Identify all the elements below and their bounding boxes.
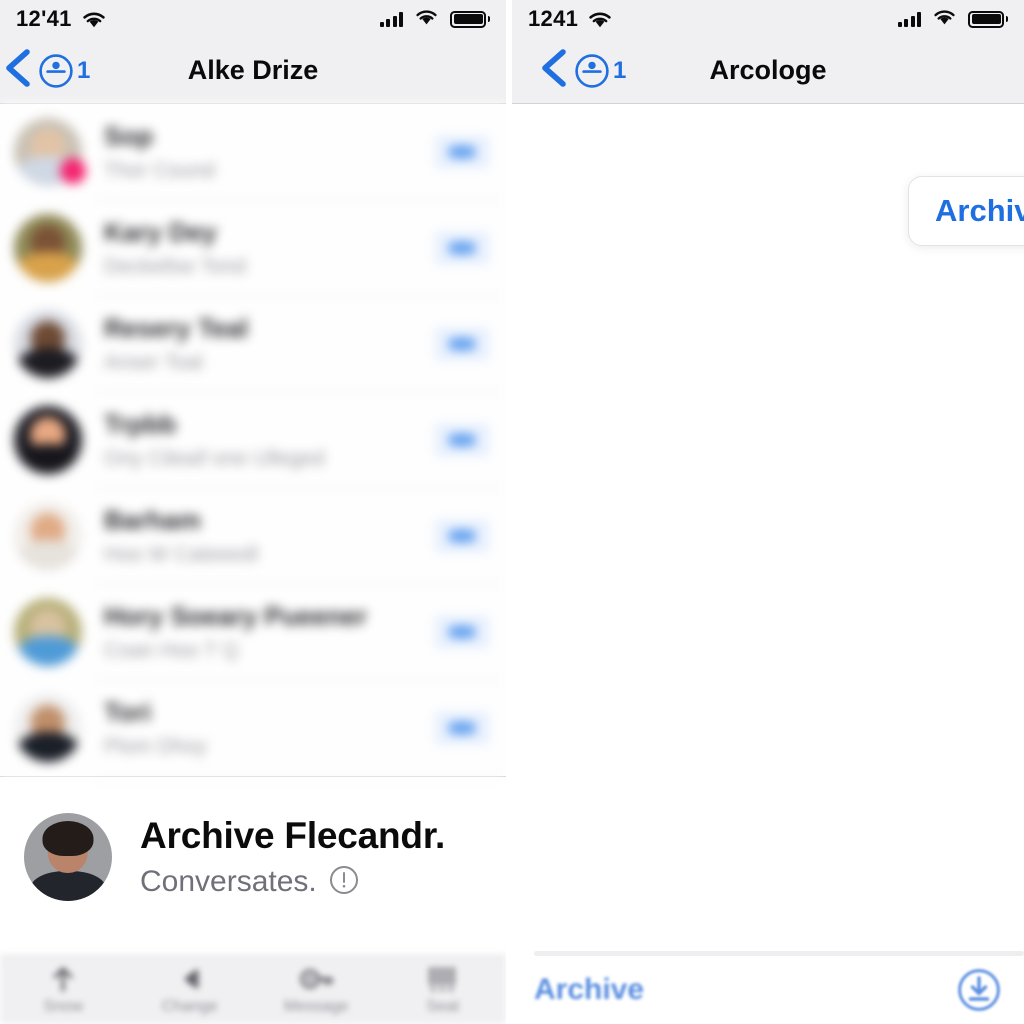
right-content-area: Archive Archive — [512, 104, 1024, 1024]
tab-label: Snow — [43, 998, 84, 1015]
status-dot-badge — [60, 158, 86, 184]
list-item-text: Trpbb Ony Cileaif one Ulleged — [104, 409, 434, 471]
info-circle-icon[interactable] — [329, 865, 359, 900]
list-item-text: Tori Plom Dhoy — [104, 697, 434, 759]
list-item-title: Resery Teal — [104, 313, 249, 343]
avatar — [14, 694, 82, 762]
list-item-preview: Ony Cileaif one Ulleged — [104, 447, 325, 470]
tab-label: Seat — [426, 998, 460, 1015]
archive-feature-row[interactable]: Archive Flecandr. Conversates. — [0, 777, 506, 937]
list-item-text: Hory Soeary Pueener Coan Hoo T Q — [104, 601, 434, 663]
battery-icon — [450, 10, 490, 28]
nav-left-group[interactable]: 1 — [2, 46, 90, 95]
list-item-text: Kary Dey Deckellse Tond — [104, 217, 434, 279]
play-back-icon — [177, 964, 203, 994]
list-item[interactable]: Kary Dey Deckellse Tond — [0, 200, 506, 296]
wifi-icon — [932, 8, 957, 31]
person-circle-icon[interactable] — [38, 53, 74, 89]
list-item-preview: Coan Hoo T Q — [104, 639, 239, 662]
unread-badge[interactable] — [434, 135, 490, 169]
list-item-title: Sop — [104, 121, 154, 151]
avatar — [14, 310, 82, 378]
battery-icon — [968, 10, 1008, 28]
right-status-bar: 1241 — [512, 0, 1024, 38]
status-right-icons — [379, 8, 490, 31]
avatar — [24, 813, 112, 901]
unread-badge[interactable] — [434, 423, 490, 457]
wifi-icon — [414, 8, 439, 31]
right-phone-panel: 1241 1 Arcologe Archi Archive — [512, 0, 1024, 1024]
nav-badge-count: 1 — [77, 56, 91, 84]
avatar — [14, 502, 82, 570]
right-bottom-bar: Archive — [512, 956, 1024, 1024]
status-time: 1241 — [528, 6, 579, 31]
list-item-title: Tori — [104, 697, 152, 727]
arrow-up-icon — [50, 964, 76, 994]
unread-badge[interactable] — [434, 231, 490, 265]
left-phone-panel: 12'41 1 Alke Drize Sop Thor Cound Kary D… — [0, 0, 506, 1024]
back-chevron-icon[interactable] — [538, 46, 572, 95]
keypad-grid-icon — [427, 964, 459, 994]
unread-badge[interactable] — [434, 519, 490, 553]
person-circle-icon[interactable] — [574, 53, 610, 89]
avatar — [14, 214, 82, 282]
unread-badge[interactable] — [434, 615, 490, 649]
list-item-title: Barham — [104, 505, 201, 535]
avatar — [14, 598, 82, 666]
unread-badge[interactable] — [434, 711, 490, 745]
tab-message[interactable]: Message — [253, 964, 380, 1016]
tab-change[interactable]: Change — [127, 964, 254, 1016]
archive-popup-card[interactable]: Archive — [908, 176, 1024, 246]
archive-link[interactable]: Archive — [534, 973, 644, 1007]
left-status-bar: 12'41 — [0, 0, 506, 38]
dual-phone-screenshot: 12'41 1 Alke Drize Sop Thor Cound Kary D… — [0, 0, 1024, 1024]
bottom-tab-bar[interactable]: Snow Change Message Seat — [0, 955, 506, 1024]
list-item[interactable]: Trpbb Ony Cileaif one Ulleged — [0, 392, 506, 488]
list-item-preview: Hoo W Cateeedl — [104, 543, 259, 566]
list-item[interactable]: Sop Thor Cound — [0, 104, 506, 200]
list-item[interactable]: Tori Plom Dhoy — [0, 680, 506, 776]
tab-snow[interactable]: Snow — [0, 964, 127, 1016]
right-nav-bar: 1 Arcologe — [512, 38, 1024, 104]
unread-badge[interactable] — [434, 327, 490, 361]
status-right-icons — [897, 8, 1008, 31]
wifi-icon — [81, 10, 107, 29]
list-item-title: Hory Soeary Pueener — [104, 601, 368, 631]
list-item-preview: Anser Toal — [104, 351, 203, 374]
list-item[interactable]: Barham Hoo W Cateeedl — [0, 488, 506, 584]
list-item-text: Barham Hoo W Cateeedl — [104, 505, 434, 567]
nav-badge-count: 1 — [613, 56, 627, 84]
avatar — [14, 118, 86, 186]
list-item-text: Resery Teal Anser Toal — [104, 313, 434, 375]
list-item-title: Trpbb — [104, 409, 177, 439]
archive-feature-subtitle: Conversates. — [140, 865, 317, 898]
download-circle-icon[interactable] — [956, 967, 1002, 1013]
tab-seat[interactable]: Seat — [380, 964, 507, 1016]
archive-feature-text: Archive Flecandr. Conversates. — [140, 815, 445, 900]
status-time: 12'41 — [16, 6, 72, 31]
archive-feature-title: Archive Flecandr. — [140, 814, 446, 856]
nav-left-group[interactable]: 1 — [538, 46, 626, 95]
cellular-signal-icon — [897, 11, 921, 27]
wifi-icon — [587, 10, 613, 29]
key-icon — [299, 964, 333, 994]
archive-popup-label: Archive — [935, 193, 1024, 228]
conversation-list[interactable]: Sop Thor Cound Kary Dey Deckellse Tond R… — [0, 104, 506, 776]
list-item[interactable]: Hory Soeary Pueener Coan Hoo T Q — [0, 584, 506, 680]
left-nav-bar: 1 Alke Drize — [0, 38, 506, 104]
tab-label: Message — [283, 998, 349, 1015]
list-item-text: Sop Thor Cound — [104, 121, 434, 183]
tab-label: Change — [161, 998, 218, 1015]
list-item-preview: Deckellse Tond — [104, 255, 247, 278]
list-item-title: Kary Dey — [104, 217, 217, 247]
cellular-signal-icon — [379, 11, 403, 27]
list-item-preview: Thor Cound — [104, 159, 215, 182]
list-item[interactable]: Resery Teal Anser Toal — [0, 296, 506, 392]
avatar — [14, 406, 82, 474]
list-item-preview: Plom Dhoy — [104, 735, 207, 758]
back-chevron-icon[interactable] — [2, 46, 36, 95]
